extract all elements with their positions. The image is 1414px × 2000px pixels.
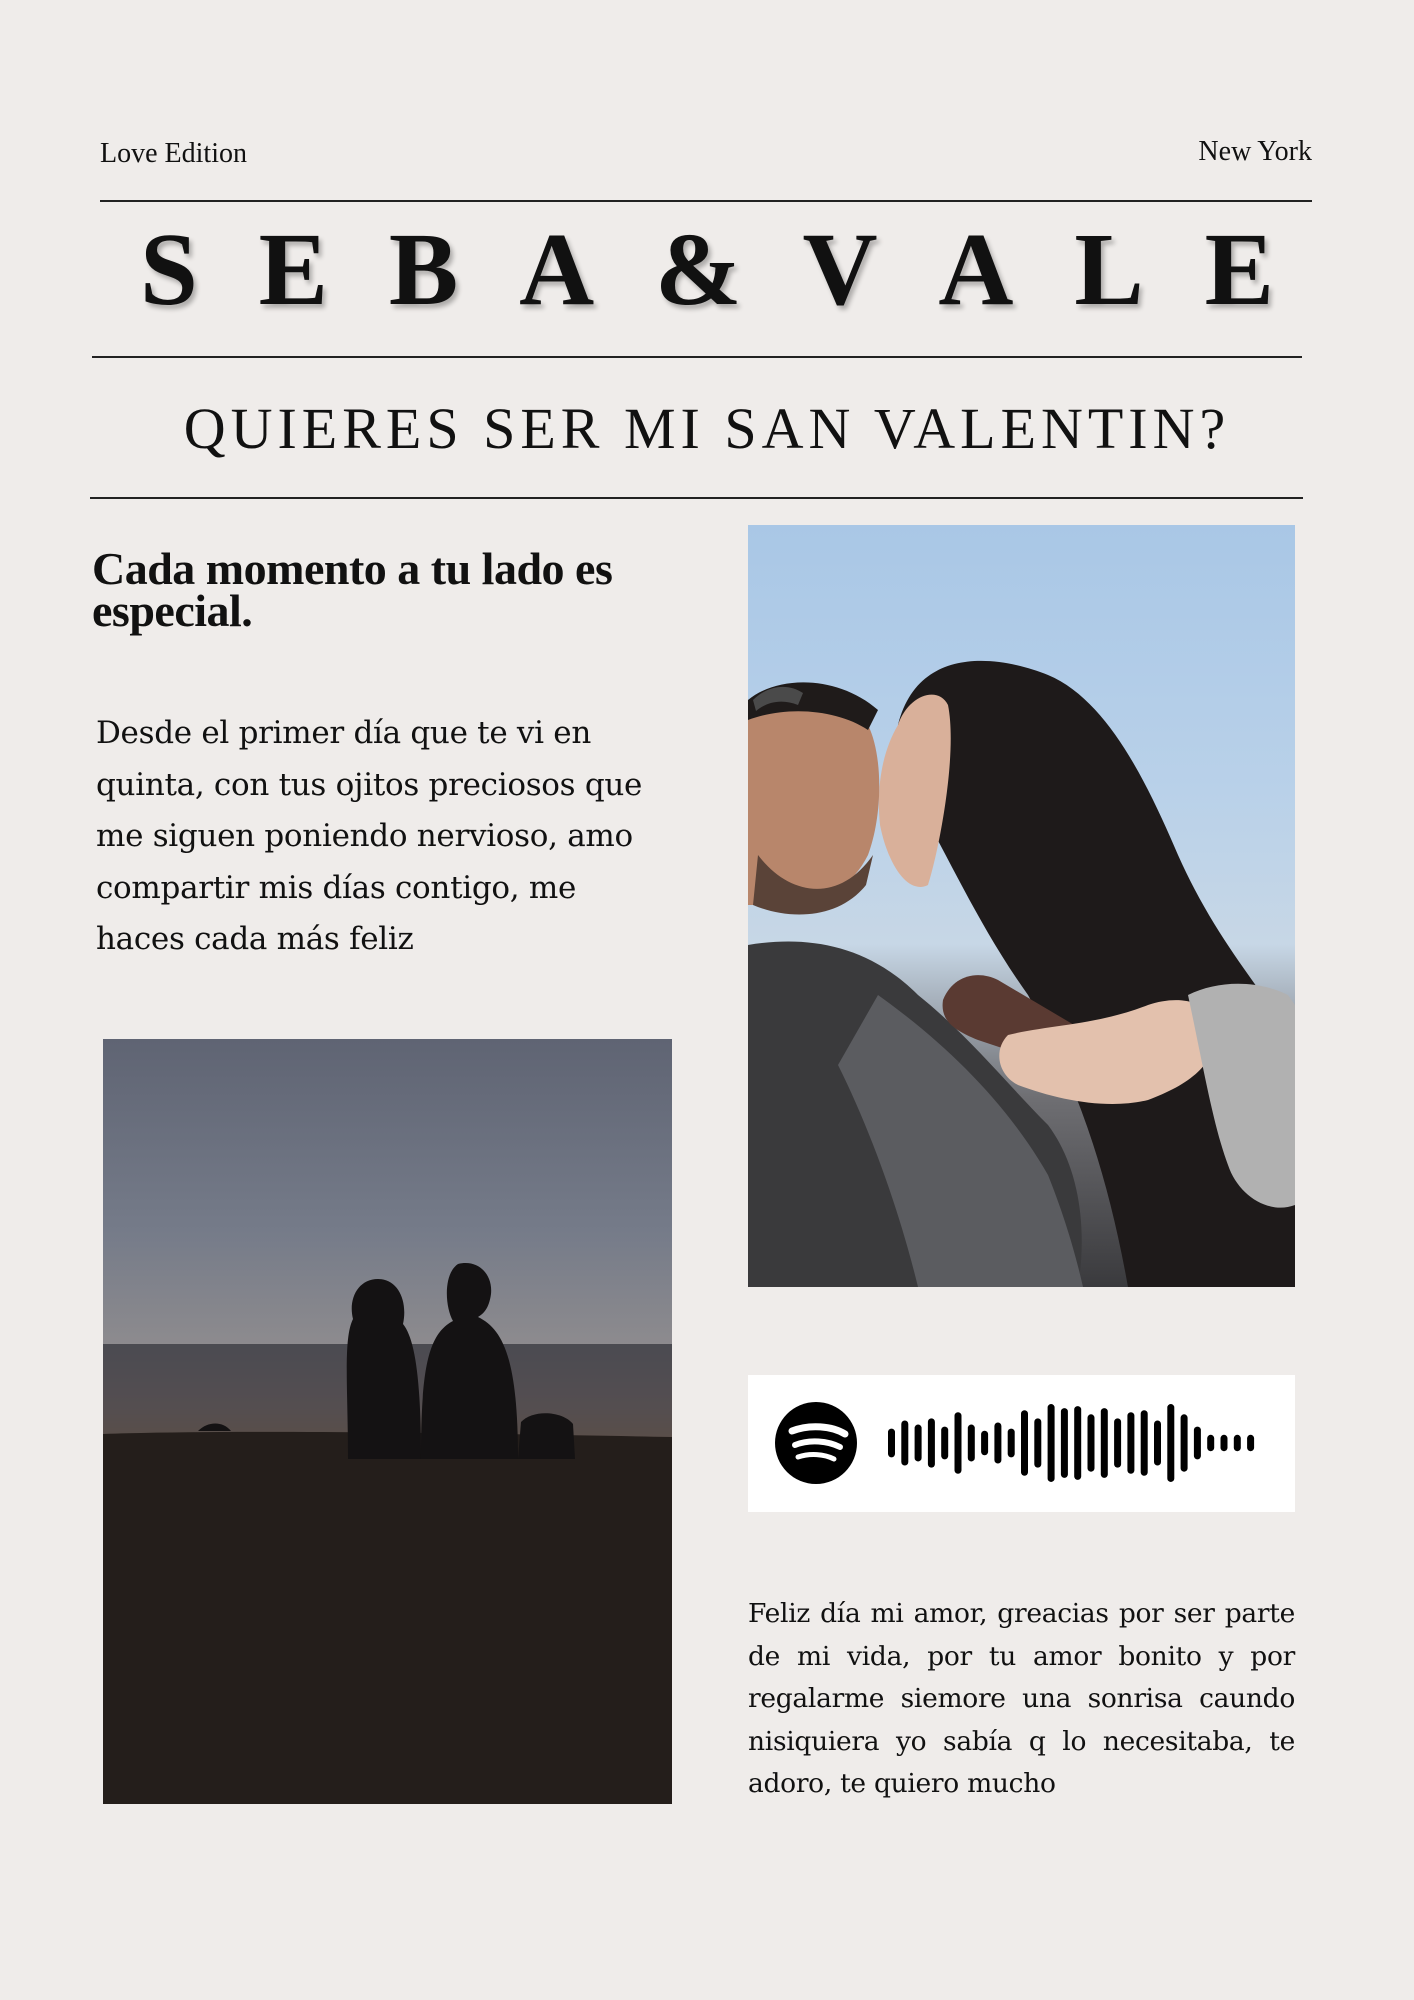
spotify-code[interactable] [748,1375,1295,1512]
spotify-bar [967,1424,975,1462]
spotify-bar [981,1430,989,1456]
couple-kiss-photo [748,525,1295,1287]
spotify-bar [914,1424,922,1462]
spotify-bar [1021,1410,1028,1476]
spotify-bar [1114,1418,1122,1468]
lead-line: Desde el primer día que te vi en [96,715,592,751]
masthead-letter: & [655,212,742,327]
spotify-bar [1180,1414,1188,1472]
spotify-bar [1167,1404,1175,1482]
spotify-bar [1047,1404,1055,1482]
masthead-letter: A [938,212,1014,327]
masthead-letter: B [388,212,459,327]
closing-message: Feliz día mi amor, greacias por ser part… [748,1598,1295,1799]
spotify-bar [941,1426,949,1460]
spotify-bar [1127,1412,1135,1474]
spotify-bar [1140,1410,1148,1476]
spotify-bar [901,1420,909,1466]
spotify-bar [1060,1408,1068,1478]
lead-line: quinta, con tus ojitos preciosos que [96,766,643,803]
spotify-bar [1034,1418,1042,1468]
couple-kiss-illustration [748,660,1295,1287]
spotify-bar [1154,1420,1161,1466]
masthead-letter: A [519,212,595,327]
spotify-bar [1074,1406,1082,1480]
spotify-bar [1233,1434,1241,1452]
masthead-letter: S [140,212,198,327]
spotify-bar [1100,1408,1108,1478]
spotify-bar [1193,1426,1201,1460]
masthead-letter: V [802,212,878,327]
article-headline: Cada momento a tu lado es especial. [92,543,712,636]
spotify-bar [1087,1414,1095,1472]
masthead-letter: L [1074,212,1144,327]
spotify-bar [927,1418,935,1468]
bottom-rule [90,497,1303,499]
middle-rule [92,356,1302,358]
lead-line: me siguen poniendo nervioso, amo [96,818,633,854]
spotify-bar [1007,1428,1015,1458]
headline-line: especial. [92,585,253,636]
spotify-bar [1220,1434,1228,1452]
lead-line: haces cada más feliz [96,921,414,957]
spotify-bars [888,1404,1255,1482]
spotify-bar [888,1428,895,1458]
top-rule [100,200,1312,202]
valentine-question: QUIERES SER MI SAN VALENTIN? [183,396,1231,461]
masthead-letter: E [258,212,329,327]
masthead-title: S E B A & V A L E [90,210,1324,329]
spotify-bar [954,1412,962,1474]
spotify-bar [1207,1434,1215,1452]
article-lead: Desde el primer día que te vi en quinta,… [96,708,696,966]
spotify-bar [1247,1434,1255,1452]
spotify-icon [775,1402,857,1484]
sunset-couple-photo [103,1039,672,1804]
headline-line: Cada momento a tu lado es [92,543,613,594]
masthead-letter: E [1204,212,1274,327]
edition-label: Love Edition [100,138,247,169]
city-label: New York [1198,136,1312,167]
lead-line: compartir mis días contigo, me [96,869,577,906]
spotify-bar [994,1422,1002,1464]
sunset-silhouette-illustration [103,1263,672,1804]
spotify-code-graphic [775,1402,1255,1484]
